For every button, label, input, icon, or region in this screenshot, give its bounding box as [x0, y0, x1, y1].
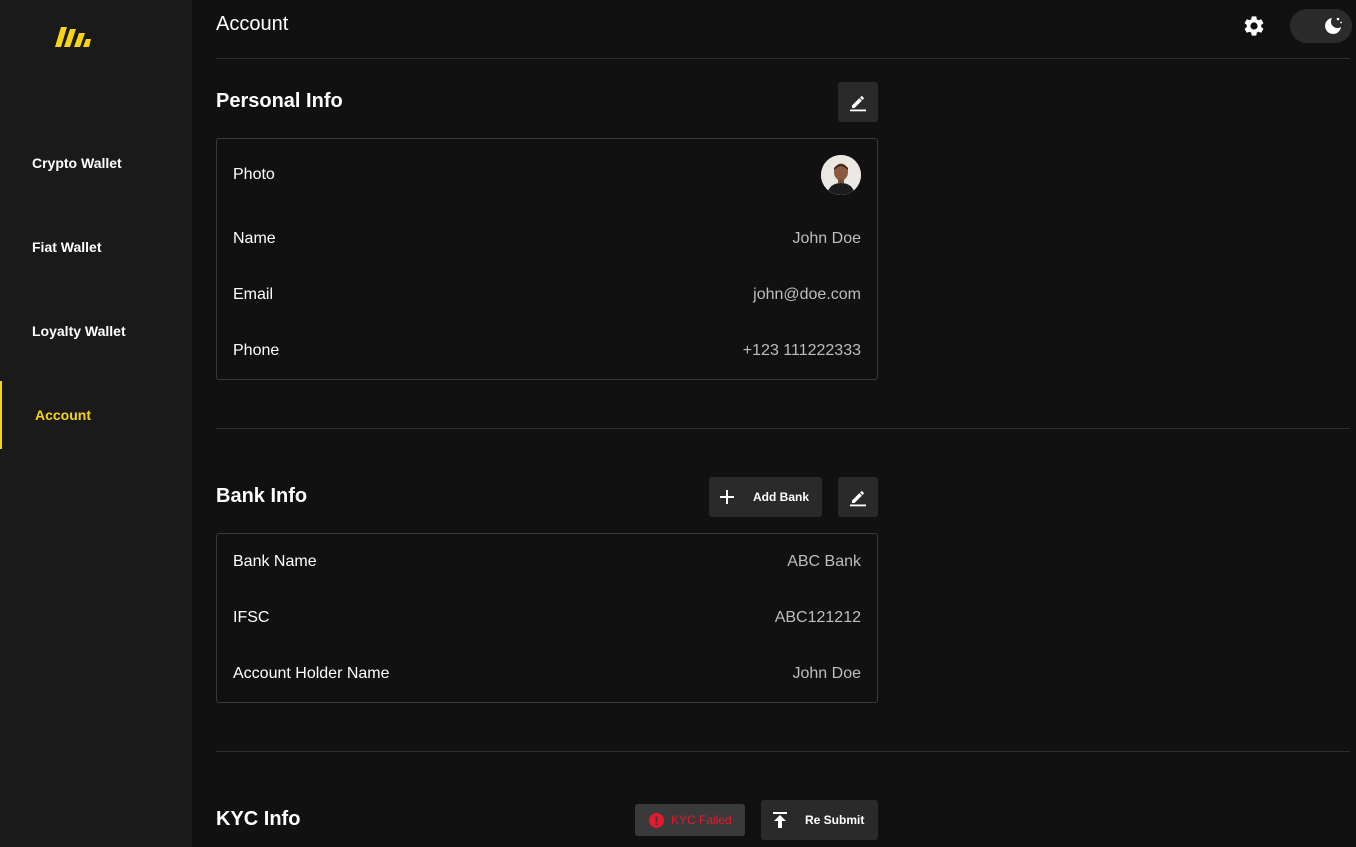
list-item: Account Holder Name John Doe	[217, 646, 877, 702]
sidebar-item-label: Fiat Wallet	[32, 239, 102, 255]
sidebar-item-loyalty-wallet[interactable]: Loyalty Wallet	[0, 297, 192, 365]
list-item: Name John Doe	[217, 211, 877, 267]
phone-label: Phone	[233, 342, 280, 359]
name-value: John Doe	[792, 230, 862, 247]
list-item: Email john@doe.com	[217, 267, 877, 323]
header-divider	[216, 58, 1350, 59]
logo-icon[interactable]	[55, 27, 91, 49]
list-item: Phone +123 111222333	[217, 323, 877, 379]
list-item: Bank Name ABC Bank	[217, 534, 877, 590]
add-bank-label: Add Bank	[753, 490, 810, 504]
kyc-status-label: KYC Failed	[671, 813, 732, 827]
upload-icon	[773, 812, 787, 828]
personal-edit-button[interactable]	[838, 82, 878, 122]
sidebar-item-account[interactable]: Account	[0, 381, 192, 449]
kyc-status-badge: KYC Failed	[635, 804, 745, 836]
bank-info-card: Bank Name ABC Bank IFSC ABC121212 Accoun…	[216, 533, 878, 703]
edit-icon	[850, 491, 866, 507]
account-holder-value: John Doe	[792, 665, 862, 682]
photo-label: Photo	[233, 166, 275, 183]
personal-info-card: Photo Name John Doe Email john@doe.com P…	[216, 138, 878, 380]
add-bank-button[interactable]: Add Bank	[709, 477, 822, 517]
section-divider	[216, 428, 1350, 429]
phone-value: +123 111222333	[742, 342, 861, 359]
account-holder-label: Account Holder Name	[233, 665, 390, 682]
email-label: Email	[233, 286, 274, 303]
list-item: Photo	[217, 147, 877, 203]
resubmit-label: Re Submit	[805, 813, 865, 827]
personal-info-title: Personal Info	[216, 90, 343, 112]
sidebar-item-fiat-wallet[interactable]: Fiat Wallet	[0, 213, 192, 281]
section-divider	[216, 751, 1350, 752]
bank-name-value: ABC Bank	[787, 553, 861, 570]
moon-icon	[1325, 17, 1342, 34]
bank-edit-button[interactable]	[838, 477, 878, 517]
ifsc-label: IFSC	[233, 609, 270, 626]
theme-toggle[interactable]	[1290, 9, 1352, 43]
edit-icon	[850, 96, 866, 112]
avatar[interactable]	[821, 155, 861, 195]
bank-info-title: Bank Info	[216, 485, 308, 507]
resubmit-button[interactable]: Re Submit	[761, 800, 878, 840]
page-title: Account	[216, 13, 289, 35]
bank-name-label: Bank Name	[233, 553, 317, 570]
sidebar-item-label: Account	[35, 407, 91, 423]
sidebar-item-label: Loyalty Wallet	[32, 323, 126, 339]
app-root: Crypto Wallet Fiat Wallet Loyalty Wallet…	[0, 0, 1356, 847]
email-value: john@doe.com	[753, 286, 861, 303]
plus-icon	[720, 490, 734, 504]
kyc-info-title: KYC Info	[216, 808, 301, 830]
sidebar-item-label: Crypto Wallet	[32, 155, 122, 171]
alert-icon	[649, 812, 664, 828]
ifsc-value: ABC121212	[774, 609, 861, 626]
name-label: Name	[233, 230, 276, 247]
sidebar-item-crypto-wallet[interactable]: Crypto Wallet	[0, 129, 192, 197]
gear-icon[interactable]	[1242, 14, 1266, 38]
sidebar: Crypto Wallet Fiat Wallet Loyalty Wallet…	[0, 0, 192, 847]
list-item: IFSC ABC121212	[217, 590, 877, 646]
